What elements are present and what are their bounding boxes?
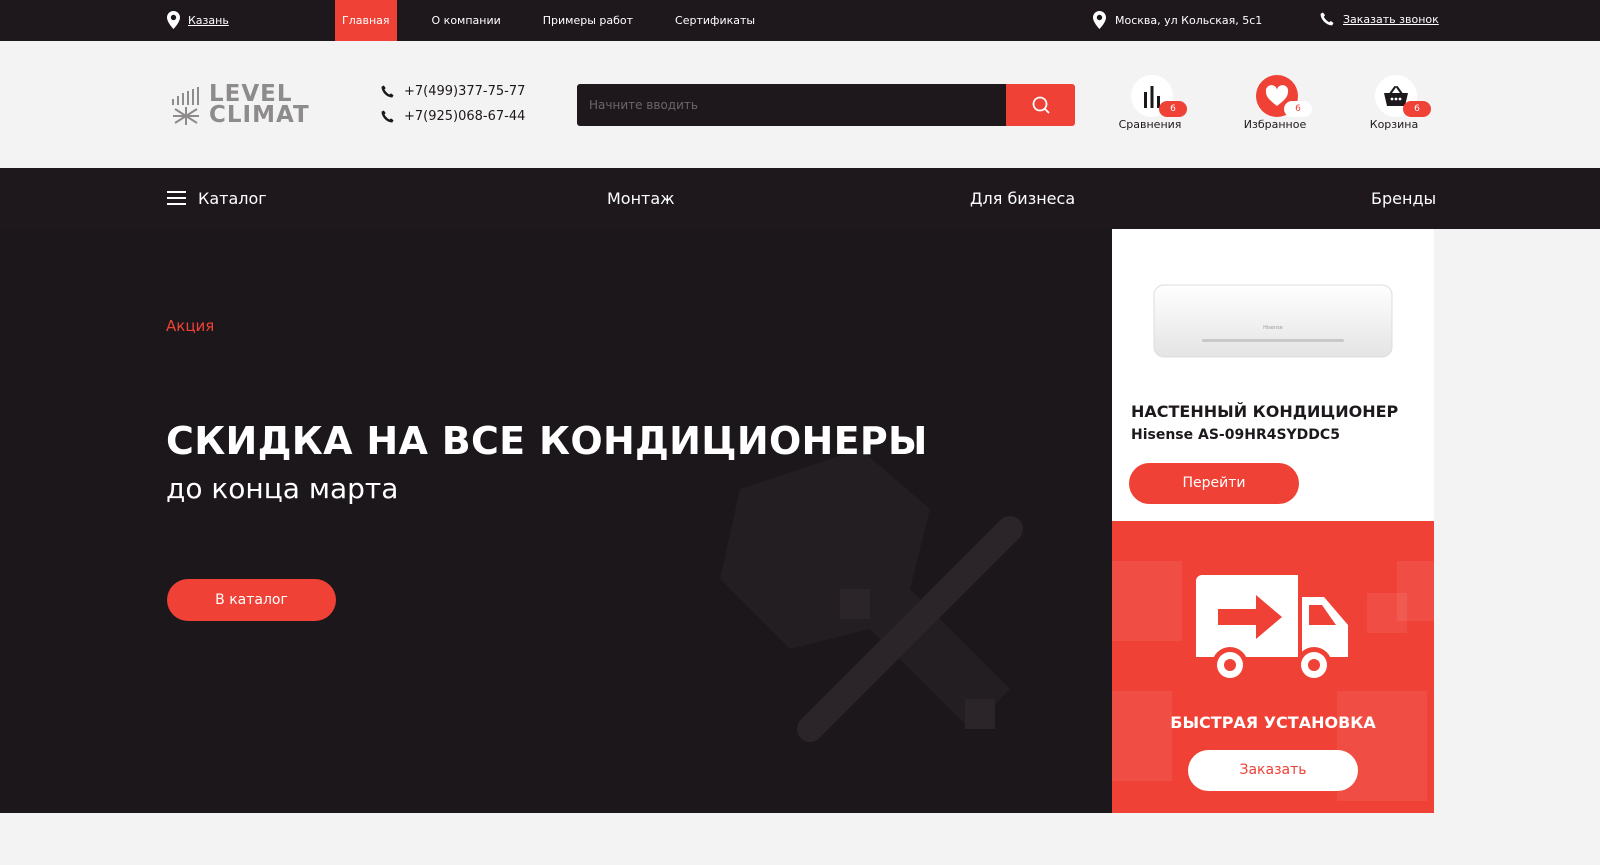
product-title: НАСТЕННЫЙ КОНДИЦИОНЕР	[1131, 402, 1399, 421]
location-pin-icon	[1093, 11, 1106, 29]
phone-icon	[381, 109, 394, 122]
installation-card: БЫСТРАЯ УСТАНОВКА Заказать	[1112, 521, 1434, 813]
phone-icon	[1320, 12, 1334, 26]
site-header: LEVEL CLIMAT +7(499)377-75-77 +7(925)068…	[0, 41, 1600, 168]
top-nav-about[interactable]: О компании	[432, 0, 501, 41]
top-nav-portfolio[interactable]: Примеры работ	[543, 0, 633, 41]
callback-label[interactable]: Заказать звонок	[1343, 13, 1439, 26]
cart-label: Корзина	[1369, 118, 1419, 131]
burger-menu-icon	[167, 191, 186, 205]
top-bar: Казань Главная О компании Примеры работ …	[0, 0, 1600, 41]
ac-brand-mark: Hisense	[1263, 325, 1283, 331]
product-model: Hisense AS-09HR4SYDDC5	[1131, 427, 1340, 443]
decor-square	[1397, 561, 1434, 621]
catalog-button[interactable]: В каталог	[167, 579, 336, 621]
compare-button[interactable]: 6 Сравнения	[1105, 75, 1195, 135]
address-text: Москва, ул Кольская, 5с1	[1115, 13, 1263, 27]
favorites-label: Избранное	[1243, 118, 1307, 131]
top-nav-home[interactable]: Главная	[335, 0, 397, 41]
truck-arrow-icon	[1196, 575, 1348, 683]
air-conditioner-image: Hisense	[1153, 284, 1393, 358]
logo[interactable]: LEVEL CLIMAT	[169, 80, 324, 130]
phone-icon	[381, 84, 394, 97]
go-to-product-button[interactable]: Перейти	[1129, 463, 1299, 504]
cart-count-badge: 6	[1403, 101, 1431, 117]
callback-link[interactable]: Заказать звонок	[1320, 12, 1439, 26]
favorites-button[interactable]: 6 Избранное	[1230, 75, 1320, 135]
cart-button[interactable]: 6 Корзина	[1349, 75, 1439, 135]
office-address: Москва, ул Кольская, 5с1	[1093, 11, 1262, 29]
product-card: Hisense НАСТЕННЫЙ КОНДИЦИОНЕР Hisense AS…	[1112, 229, 1434, 521]
phone-number[interactable]: +7(925)068-67-44	[404, 109, 525, 124]
search-icon	[1032, 96, 1049, 114]
compare-count-badge: 6	[1159, 101, 1187, 117]
top-nav-certificates[interactable]: Сертификаты	[675, 0, 755, 41]
city-label[interactable]: Казань	[188, 14, 229, 27]
nav-business[interactable]: Для бизнеса	[970, 168, 1075, 229]
phone-number[interactable]: +7(499)377-75-77	[404, 84, 525, 99]
search-input[interactable]	[577, 84, 1006, 126]
hero-title: СКИДКА НА ВСЕ КОНДИЦИОНЕРЫ	[166, 419, 928, 463]
logo-snowflake-icon	[172, 87, 199, 125]
promo-tag: Акция	[166, 317, 215, 335]
phone-1[interactable]: +7(499)377-75-77	[381, 81, 525, 101]
search-button[interactable]	[1006, 84, 1075, 126]
phone-list: +7(499)377-75-77 +7(925)068-67-44	[381, 81, 525, 131]
catalog-menu-button[interactable]: Каталог	[167, 168, 267, 229]
logo-word-climat: CLIMAT	[209, 102, 310, 128]
phone-2[interactable]: +7(925)068-67-44	[381, 106, 525, 126]
hero-subtitle: до конца марта	[166, 472, 399, 505]
wrench-decoration-icon	[720, 449, 1023, 742]
nav-brands[interactable]: Бренды	[1371, 168, 1436, 229]
main-nav: Каталог Монтаж Для бизнеса Бренды	[0, 168, 1600, 229]
compare-label: Сравнения	[1118, 118, 1182, 131]
hero-banner: Акция СКИДКА НА ВСЕ КОНДИЦИОНЕРЫ до конц…	[0, 229, 1112, 813]
city-selector[interactable]: Казань	[167, 11, 229, 29]
decor-square	[1112, 561, 1182, 641]
location-pin-icon	[167, 11, 180, 29]
installation-title: БЫСТРАЯ УСТАНОВКА	[1170, 713, 1376, 732]
favorites-count-badge: 6	[1284, 101, 1312, 117]
top-nav: Главная О компании Примеры работ Сертифи…	[335, 0, 755, 41]
order-installation-button[interactable]: Заказать	[1188, 750, 1358, 791]
decor-square	[1112, 691, 1172, 781]
nav-montage[interactable]: Монтаж	[607, 168, 675, 229]
search-bar	[577, 84, 1075, 126]
logo-text: LEVEL CLIMAT	[209, 83, 310, 128]
catalog-label[interactable]: Каталог	[198, 189, 267, 208]
